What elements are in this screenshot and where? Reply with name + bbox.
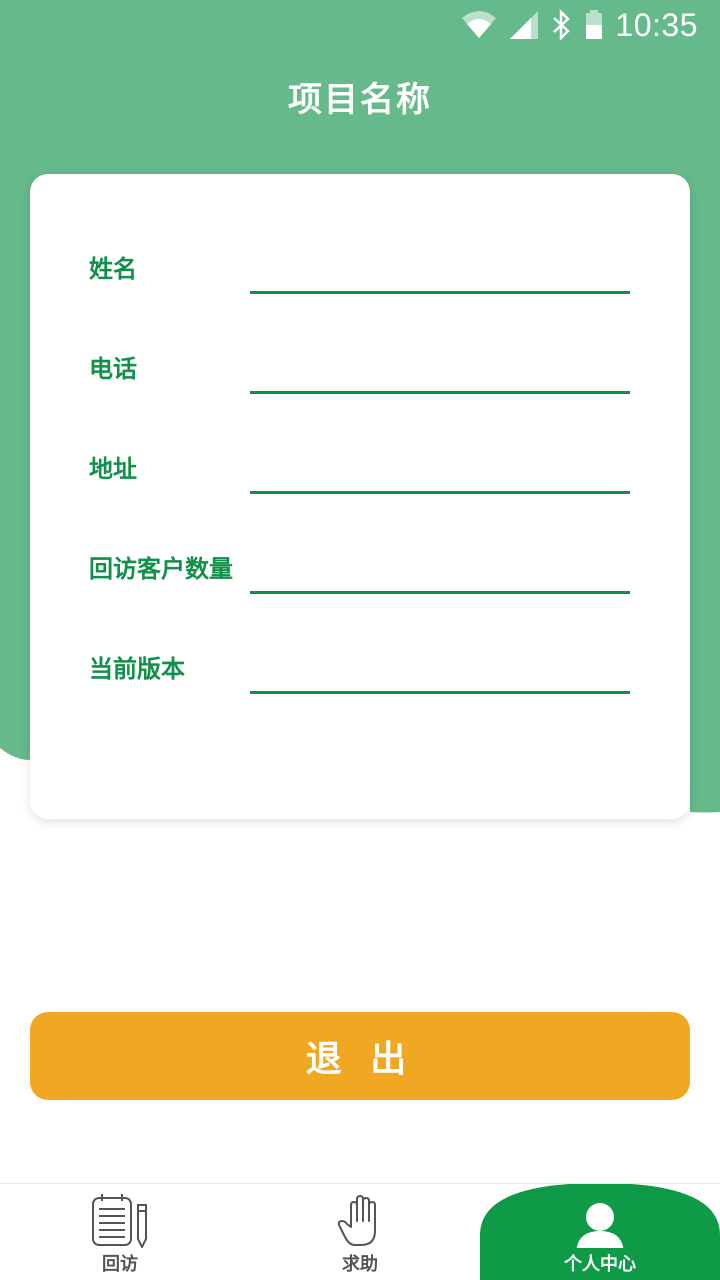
field-underline bbox=[250, 291, 630, 294]
bluetooth-icon bbox=[553, 9, 571, 41]
field-version[interactable]: 当前版本 bbox=[30, 634, 690, 694]
cell-signal-icon bbox=[510, 11, 539, 39]
field-underline bbox=[250, 691, 630, 694]
field-name[interactable]: 姓名 bbox=[30, 234, 690, 294]
nav-label-visit: 回访 bbox=[102, 1254, 138, 1275]
field-label-name: 姓名 bbox=[89, 255, 137, 283]
wifi-icon bbox=[462, 11, 497, 38]
field-label-visit-count: 回访客户数量 bbox=[89, 555, 233, 583]
field-underline bbox=[250, 391, 630, 394]
page-title: 项目名称 bbox=[288, 80, 432, 120]
field-label-phone: 电话 bbox=[89, 355, 137, 383]
status-time: 10:35 bbox=[615, 6, 698, 43]
field-visit-count[interactable]: 回访客户数量 bbox=[30, 534, 690, 594]
field-underline bbox=[250, 491, 630, 494]
info-card: 姓名 电话 地址 回访客户数量 当前版本 bbox=[30, 174, 690, 819]
nav-item-visit[interactable]: 回访 bbox=[0, 1183, 240, 1280]
nav-item-profile[interactable]: 个人中心 bbox=[480, 1183, 720, 1280]
nav-label-profile: 个人中心 bbox=[564, 1254, 636, 1275]
field-label-address: 地址 bbox=[89, 455, 137, 483]
person-icon bbox=[576, 1203, 624, 1248]
field-underline bbox=[250, 591, 630, 594]
field-phone[interactable]: 电话 bbox=[30, 334, 690, 394]
hand-icon bbox=[337, 1195, 376, 1246]
field-label-version: 当前版本 bbox=[89, 655, 185, 683]
logout-button[interactable]: 退 出 bbox=[30, 1012, 690, 1100]
nav-label-help: 求助 bbox=[342, 1254, 378, 1275]
status-bar: 10:35 bbox=[0, 0, 720, 50]
notepad-pencil-icon bbox=[92, 1194, 147, 1248]
nav-item-help[interactable]: 求助 bbox=[240, 1183, 480, 1280]
field-address[interactable]: 地址 bbox=[30, 434, 690, 494]
battery-icon bbox=[586, 10, 603, 39]
